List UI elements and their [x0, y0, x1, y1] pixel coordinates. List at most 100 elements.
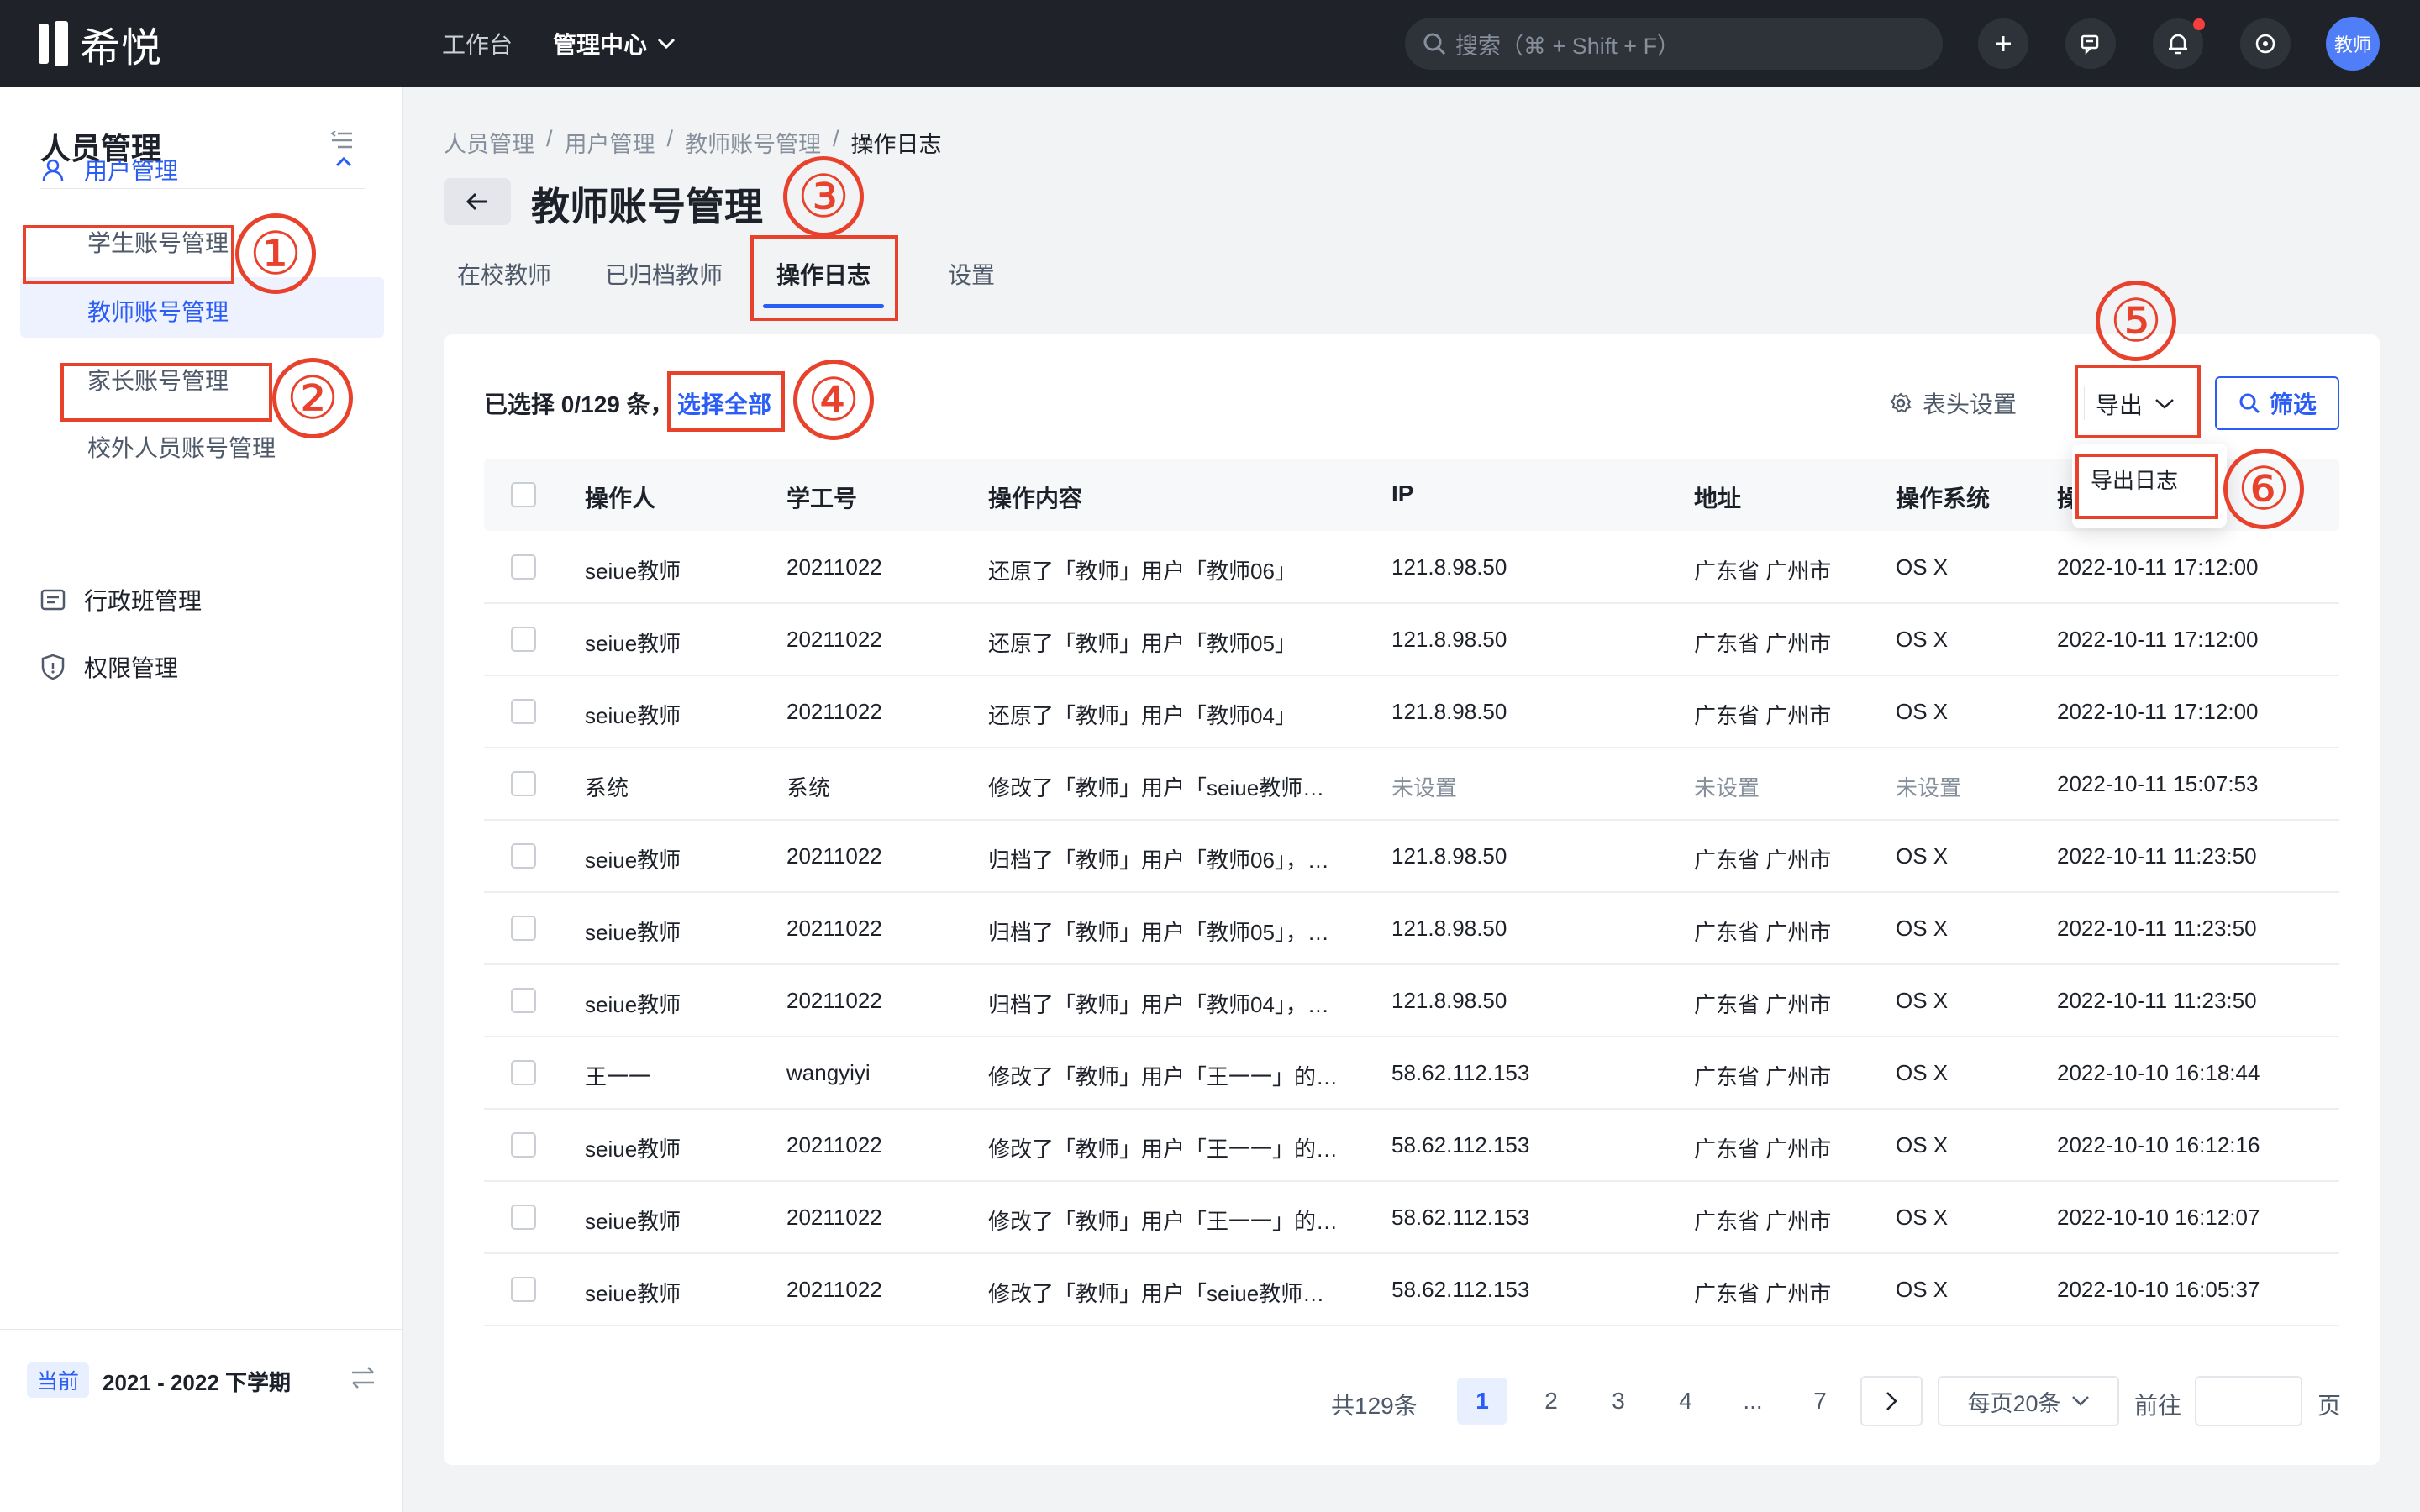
sidebar-item-permission-management[interactable]: 权限管理 [40, 650, 178, 684]
page-2-button[interactable]: 2 [1526, 1378, 1576, 1425]
row-checkbox[interactable] [511, 627, 536, 652]
cell-id: 20211022 [786, 1132, 882, 1158]
column-header-os: 操作系统 [1896, 486, 1991, 512]
cell-ip: 121.8.98.50 [1392, 554, 1507, 580]
column-header-id: 学工号 [786, 486, 858, 512]
goto-label: 前往 [2134, 1393, 2182, 1419]
cell-operator: seiue教师 [585, 1281, 681, 1306]
cell-content: 归档了「教师」用户「教师04」，… [988, 992, 1329, 1017]
goto-page-input[interactable] [2195, 1376, 2302, 1426]
cell-address: 广东省 广州市 [1694, 559, 1832, 584]
nav-admin-center[interactable]: 管理中心 [553, 0, 676, 87]
cell-operator: seiue教师 [585, 848, 681, 873]
tab-settings[interactable]: 设置 [948, 257, 995, 291]
cell-id: 20211022 [786, 699, 882, 724]
cell-content: 修改了「教师」用户「王一一」的… [988, 1137, 1339, 1162]
column-header-ip: IP [1392, 480, 1414, 507]
term-badge: 当前 [27, 1362, 90, 1398]
table-row [484, 602, 2339, 604]
cell-ip: 121.8.98.50 [1392, 916, 1507, 941]
row-checkbox[interactable] [511, 699, 536, 724]
cell-address: 广东省 广州市 [1694, 920, 1832, 945]
cell-time: 2022-10-11 17:12:00 [2057, 627, 2259, 652]
avatar[interactable]: 教师 [2326, 17, 2380, 71]
cell-address: 广东省 广州市 [1694, 703, 1832, 728]
cell-os: OS X [1896, 554, 1949, 580]
cell-ip: 58.62.112.153 [1392, 1132, 1530, 1158]
cell-os: OS X [1896, 627, 1949, 652]
cell-id: wangyiyi [786, 1060, 871, 1085]
cell-id: 20211022 [786, 554, 882, 580]
message-button[interactable] [2065, 18, 2116, 69]
cell-operator: seiue教师 [585, 920, 681, 945]
cell-operator: 王一一 [585, 1064, 651, 1089]
select-all-checkbox[interactable] [511, 482, 536, 507]
cell-os: OS X [1896, 988, 1949, 1013]
cell-time: 2022-10-10 16:12:16 [2057, 1132, 2260, 1158]
arrow-left-icon [466, 192, 487, 211]
cell-content: 还原了「教师」用户「教师04」 [988, 703, 1297, 728]
row-checkbox[interactable] [511, 771, 536, 796]
page-1-button[interactable]: 1 [1457, 1378, 1507, 1425]
next-page-button[interactable] [1860, 1376, 1923, 1426]
collapse-sidebar-icon[interactable] [330, 130, 353, 154]
nav-workbench[interactable]: 工作台 [442, 0, 513, 87]
cell-time: 2022-10-11 17:12:00 [2057, 699, 2259, 724]
cell-address: 广东省 广州市 [1694, 1209, 1832, 1234]
page-3-button[interactable]: 3 [1593, 1378, 1644, 1425]
cell-address: 未设置 [1694, 775, 1760, 801]
cell-operator: seiue教师 [585, 1137, 681, 1162]
column-settings-button[interactable]: 表头设置 [1889, 386, 2017, 420]
app-switch-button[interactable] [2240, 18, 2291, 69]
cell-time: 2022-10-10 16:12:07 [2057, 1205, 2260, 1230]
logo-text: 希悦 [80, 26, 163, 71]
sidebar-item-class-management[interactable]: 行政班管理 [40, 583, 202, 617]
cell-os: OS X [1896, 843, 1949, 869]
back-button[interactable] [444, 178, 511, 225]
row-checkbox[interactable] [511, 916, 536, 941]
row-checkbox[interactable] [511, 1132, 536, 1158]
sidebar-item-label: 用户管理 [84, 158, 179, 184]
sidebar-item-user-management[interactable]: 用户管理 [40, 148, 178, 192]
cell-os: OS X [1896, 1277, 1949, 1302]
sidebar-item-external-accounts[interactable]: 校外人员账号管理 [87, 430, 276, 464]
row-checkbox[interactable] [511, 1277, 536, 1302]
cell-address: 广东省 广州市 [1694, 631, 1832, 656]
page-7-button[interactable]: 7 [1795, 1378, 1845, 1425]
search-input[interactable]: 搜索（⌘ + Shift + F） [1405, 18, 1943, 70]
sidebar-item-label: 权限管理 [84, 655, 179, 681]
page-size-select[interactable]: 每页20条 [1938, 1376, 2119, 1426]
logo[interactable]: 希悦 [39, 20, 162, 71]
chevron-right-icon [1886, 1392, 1897, 1410]
page-ellipsis[interactable]: ... [1728, 1378, 1778, 1425]
row-checkbox[interactable] [511, 1060, 536, 1085]
tab-active-teachers[interactable]: 在校教师 [457, 257, 551, 291]
breadcrumb-item[interactable]: 人员管理 [444, 126, 534, 159]
cell-time: 2022-10-10 16:05:37 [2057, 1277, 2260, 1302]
nav-admin-label: 管理中心 [553, 32, 648, 58]
chevron-up-icon[interactable] [334, 156, 353, 172]
row-checkbox[interactable] [511, 843, 536, 869]
cell-content: 归档了「教师」用户「教师05」，… [988, 920, 1329, 945]
column-header-address: 地址 [1694, 486, 1742, 512]
row-checkbox[interactable] [511, 554, 536, 580]
cell-operator: seiue教师 [585, 559, 681, 584]
pagination-total: 共129条 [1331, 1393, 1418, 1419]
sidebar-item-label: 行政班管理 [84, 588, 203, 614]
breadcrumb-item[interactable]: 用户管理 [565, 126, 655, 159]
cell-os: 未设置 [1896, 775, 1962, 801]
cell-content: 还原了「教师」用户「教师06」 [988, 559, 1297, 584]
notification-badge [2193, 18, 2205, 30]
row-checkbox[interactable] [511, 988, 536, 1013]
breadcrumb-item[interactable]: 教师账号管理 [685, 126, 821, 159]
cell-content: 修改了「教师」用户「seiue教师… [988, 1281, 1325, 1306]
add-button[interactable] [1978, 18, 2028, 69]
filter-button[interactable]: 筛选 [2215, 376, 2339, 430]
row-checkbox[interactable] [511, 1205, 536, 1230]
switch-term-icon[interactable] [350, 1366, 376, 1394]
cell-os: OS X [1896, 1060, 1949, 1085]
tab-archived-teachers[interactable]: 已归档教师 [605, 257, 723, 291]
cell-id: 20211022 [786, 1277, 882, 1302]
cell-ip: 121.8.98.50 [1392, 843, 1507, 869]
page-4-button[interactable]: 4 [1660, 1378, 1711, 1425]
